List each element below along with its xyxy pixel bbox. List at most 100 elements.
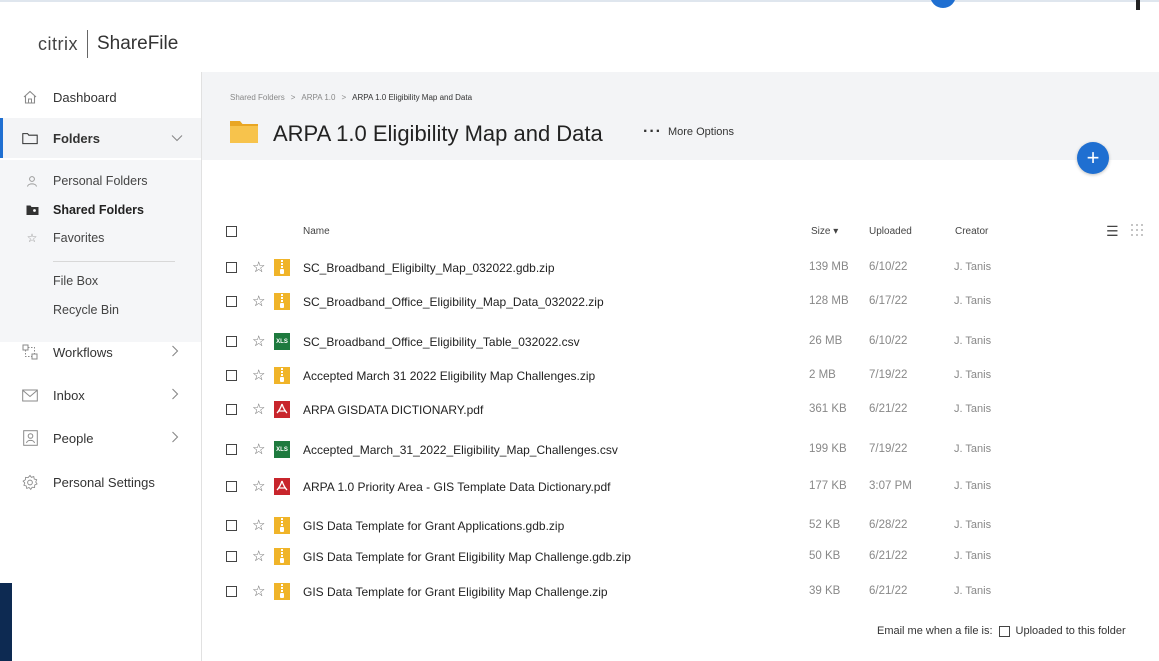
sidebar-subitem-file-box[interactable]: File Box xyxy=(0,272,201,290)
star-icon[interactable]: ☆ xyxy=(252,582,265,600)
star-icon[interactable]: ☆ xyxy=(252,516,265,534)
zip-file-icon xyxy=(274,367,290,384)
row-checkbox[interactable] xyxy=(226,444,237,455)
app-header: citrix ShareFile xyxy=(0,0,1159,72)
star-icon[interactable]: ☆ xyxy=(252,400,265,418)
star-icon[interactable]: ☆ xyxy=(252,366,265,384)
page-title: ARPA 1.0 Eligibility Map and Data xyxy=(273,121,603,146)
file-name[interactable]: GIS Data Template for Grant Eligibility … xyxy=(303,585,608,599)
sidebar-item-people[interactable]: People xyxy=(0,427,201,449)
table-row[interactable]: ☆ ARPA 1.0 Priority Area - GIS Template D… xyxy=(201,470,1159,504)
file-name[interactable]: SC_Broadband_Office_Eligibility_Map_Data… xyxy=(303,295,604,309)
star-icon[interactable]: ☆ xyxy=(252,332,265,350)
column-header-uploaded[interactable]: Uploaded xyxy=(869,226,912,237)
star-icon[interactable]: ☆ xyxy=(252,477,265,495)
sidebar-subitem-personal-folders[interactable]: Personal Folders xyxy=(0,172,201,190)
table-row[interactable]: ☆ XLS Accepted_March_31_2022_Eligibility_M… xyxy=(201,433,1159,467)
xls-file-icon: XLS xyxy=(274,333,290,350)
sidebar-subitem-label: Shared Folders xyxy=(53,203,144,217)
file-name[interactable]: SC_Broadband_Eligibilty_Map_032022.gdb.z… xyxy=(303,261,555,275)
column-header-name[interactable]: Name xyxy=(303,226,330,237)
sidebar-item-personal-settings[interactable]: Personal Settings xyxy=(0,471,201,493)
xls-file-icon: XLS xyxy=(274,441,290,458)
table-row[interactable]: ☆ GIS Data Template for Grant Application… xyxy=(201,509,1159,543)
sidebar-subitem-label: Recycle Bin xyxy=(53,303,119,317)
sidebar-subitem-favorites[interactable]: ☆ Favorites xyxy=(0,229,201,247)
file-name[interactable]: SC_Broadband_Office_Eligibility_Table_03… xyxy=(303,335,580,349)
pdf-file-icon xyxy=(274,401,290,418)
column-header-creator[interactable]: Creator xyxy=(955,226,988,237)
file-size: 177 KB xyxy=(809,480,847,492)
file-uploaded: 3:07 PM xyxy=(869,480,912,492)
zip-file-icon xyxy=(274,583,290,600)
breadcrumb-separator: > xyxy=(290,93,296,102)
file-size: 52 KB xyxy=(809,519,841,531)
file-size: 2 MB xyxy=(809,369,836,381)
file-uploaded: 6/17/22 xyxy=(869,295,908,307)
breadcrumb-current: ARPA 1.0 Eligibility Map and Data xyxy=(352,93,473,102)
sidebar-subitem-recycle-bin[interactable]: Recycle Bin xyxy=(0,301,201,319)
breadcrumb-item[interactable]: ARPA 1.0 xyxy=(301,93,335,102)
row-checkbox[interactable] xyxy=(226,551,237,562)
table-row[interactable]: ☆ XLS SC_Broadband_Office_Eligibility_Tabl… xyxy=(201,325,1159,359)
shared-folder-icon xyxy=(25,203,39,217)
star-icon[interactable]: ☆ xyxy=(252,440,265,458)
table-row[interactable]: ☆ Accepted March 31 2022 Eligibility Map … xyxy=(201,359,1159,393)
table-row[interactable]: ☆ GIS Data Template for Grant Eligibility… xyxy=(201,540,1159,574)
star-icon[interactable]: ☆ xyxy=(252,292,265,310)
file-creator: J. Tanis xyxy=(954,519,992,531)
logo-separator xyxy=(87,30,88,58)
star-icon[interactable]: ☆ xyxy=(252,258,265,276)
file-uploaded: 6/10/22 xyxy=(869,335,908,347)
chevron-right-icon xyxy=(171,388,179,403)
file-uploaded: 6/10/22 xyxy=(869,261,908,273)
file-name[interactable]: GIS Data Template for Grant Applications… xyxy=(303,519,564,533)
file-creator: J. Tanis xyxy=(954,480,992,492)
row-checkbox[interactable] xyxy=(226,262,237,273)
chevron-down-icon[interactable] xyxy=(171,131,183,145)
file-name[interactable]: GIS Data Template for Grant Eligibility … xyxy=(303,550,631,564)
more-options-button[interactable]: ··· More Options xyxy=(643,124,735,140)
table-row[interactable]: ☆ SC_Broadband_Office_Eligibility_Map_Dat… xyxy=(201,285,1159,319)
logo[interactable]: citrix ShareFile xyxy=(38,30,178,58)
file-name[interactable]: ARPA 1.0 Priority Area - GIS Template Da… xyxy=(303,480,610,494)
sidebar-item-folders[interactable]: Folders xyxy=(0,118,201,158)
column-header-size[interactable]: Size ▾ xyxy=(811,226,838,237)
file-name[interactable]: Accepted_March_31_2022_Eligibility_Map_C… xyxy=(303,443,618,457)
sidebar-item-workflows[interactable]: Workflows xyxy=(0,341,201,363)
grid-view-icon[interactable] xyxy=(1130,223,1144,240)
more-options-label: More Options xyxy=(667,126,735,138)
table-row[interactable]: ☆ ARPA GISDATA DICTIONARY.pdf 361 KB 6/21/2… xyxy=(201,393,1159,427)
file-creator: J. Tanis xyxy=(954,261,992,273)
row-checkbox[interactable] xyxy=(226,481,237,492)
email-note-label: Email me when a file is: xyxy=(877,625,993,637)
sidebar-subitem-label: File Box xyxy=(53,274,99,288)
select-all-checkbox[interactable] xyxy=(226,226,237,237)
star-icon: ☆ xyxy=(26,231,38,245)
sidebar-item-inbox[interactable]: Inbox xyxy=(0,384,201,406)
row-checkbox[interactable] xyxy=(226,296,237,307)
person-icon xyxy=(25,174,39,188)
sidebar-item-label: Workflows xyxy=(53,344,113,360)
table-row[interactable]: ☆ SC_Broadband_Eligibilty_Map_032022.gdb.… xyxy=(201,251,1159,285)
row-checkbox[interactable] xyxy=(226,586,237,597)
star-icon[interactable]: ☆ xyxy=(252,547,265,565)
add-button[interactable]: + xyxy=(1077,142,1109,174)
logo-sharefile: ShareFile xyxy=(97,33,179,54)
file-name[interactable]: Accepted March 31 2022 Eligibility Map C… xyxy=(303,369,595,383)
zip-file-icon xyxy=(274,293,290,310)
file-uploaded: 6/21/22 xyxy=(869,403,908,415)
row-checkbox[interactable] xyxy=(226,370,237,381)
list-view-icon[interactable]: ☰ xyxy=(1106,223,1119,240)
sidebar-edge-block xyxy=(0,583,12,661)
row-checkbox[interactable] xyxy=(226,336,237,347)
sidebar-subitem-shared-folders[interactable]: Shared Folders xyxy=(0,201,201,219)
row-checkbox[interactable] xyxy=(226,404,237,415)
sidebar-item-dashboard[interactable]: Dashboard xyxy=(0,86,201,108)
file-name[interactable]: ARPA GISDATA DICTIONARY.pdf xyxy=(303,403,483,417)
upload-notify-checkbox[interactable] xyxy=(998,625,1010,637)
file-uploaded: 7/19/22 xyxy=(869,369,908,381)
table-row[interactable]: ☆ GIS Data Template for Grant Eligibility… xyxy=(201,575,1159,609)
row-checkbox[interactable] xyxy=(226,520,237,531)
breadcrumb-item[interactable]: Shared Folders xyxy=(230,93,285,102)
